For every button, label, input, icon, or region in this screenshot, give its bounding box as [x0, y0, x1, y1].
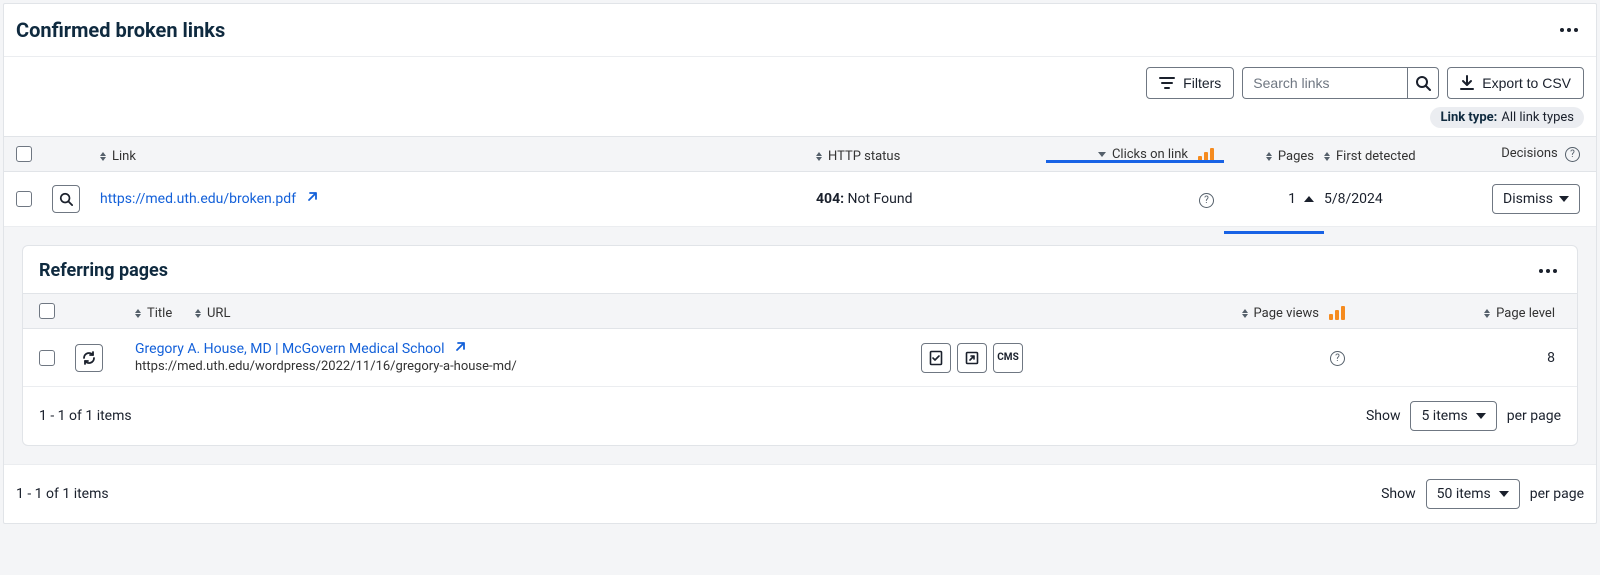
sort-icon	[100, 152, 106, 161]
external-link-icon	[306, 191, 318, 203]
page-title: Confirmed broken links	[16, 18, 225, 42]
cms-label: CMS	[997, 352, 1018, 363]
page-level-value: 8	[1547, 350, 1555, 366]
inspect-button[interactable]	[52, 185, 80, 213]
sort-icon	[1242, 309, 1248, 318]
search-button[interactable]	[1407, 67, 1439, 99]
row-checkbox[interactable]	[39, 350, 55, 366]
sort-icon	[1324, 152, 1330, 161]
column-url[interactable]: URL	[195, 306, 230, 321]
referring-page-url: https://med.uth.edu/wordpress/2022/11/16…	[135, 359, 921, 374]
active-sort-indicator	[1046, 160, 1224, 163]
select-all-checkbox[interactable]	[16, 146, 32, 162]
first-detected: 5/8/2024	[1324, 191, 1383, 207]
help-icon[interactable]: ?	[1199, 193, 1214, 208]
page-size-select[interactable]: 50 items	[1426, 479, 1520, 509]
chevron-down-icon	[1476, 413, 1486, 419]
page-size-value: 50 items	[1437, 486, 1491, 502]
page-size-select[interactable]: 5 items	[1410, 401, 1496, 431]
dismiss-button[interactable]: Dismiss	[1492, 184, 1580, 214]
cms-button[interactable]: CMS	[993, 343, 1023, 373]
search-group	[1242, 67, 1439, 99]
panel-more-button[interactable]	[1535, 265, 1561, 277]
pages-expand[interactable]: 1	[1224, 191, 1324, 207]
column-page-views[interactable]: Page views	[1051, 306, 1345, 321]
expanded-indicator	[1224, 231, 1324, 234]
main-pagination: 1 - 1 of 1 items Show 50 items per page	[4, 464, 1596, 523]
column-title[interactable]: Title	[135, 306, 172, 321]
column-first-detected[interactable]: First detected	[1324, 149, 1416, 164]
filter-chip-row: Link type: All link types	[4, 101, 1596, 136]
help-icon[interactable]: ?	[1330, 351, 1345, 366]
show-label: Show	[1381, 486, 1416, 502]
page-header: Confirmed broken links	[4, 4, 1596, 57]
sort-icon	[816, 152, 822, 161]
download-icon	[1460, 75, 1474, 91]
column-decisions: Decisions	[1501, 146, 1558, 161]
sort-icon	[195, 309, 201, 318]
export-button[interactable]: Export to CSV	[1447, 67, 1584, 99]
chip-value: All link types	[1501, 110, 1574, 125]
row-checkbox[interactable]	[16, 191, 32, 207]
pages-count: 1	[1288, 191, 1296, 207]
column-page-level[interactable]: Page level	[1351, 306, 1555, 321]
main-count-label: 1 - 1 of 1 items	[16, 486, 109, 502]
filters-label: Filters	[1183, 75, 1221, 91]
external-link-icon	[454, 341, 466, 353]
help-icon[interactable]: ?	[1565, 147, 1580, 162]
toolbar: Filters Export to CSV	[4, 57, 1596, 101]
broken-link-url[interactable]: https://med.uth.edu/broken.pdf	[100, 191, 296, 207]
column-pages[interactable]: Pages	[1224, 149, 1314, 164]
sub-table-header: Title URL Page views	[23, 293, 1577, 329]
document-check-icon	[928, 350, 944, 366]
column-link[interactable]: Link	[100, 149, 136, 164]
search-icon	[1415, 75, 1431, 91]
search-icon	[59, 192, 73, 206]
open-page-button[interactable]	[957, 343, 987, 373]
sort-icon	[1266, 152, 1272, 161]
link-type-chip[interactable]: Link type: All link types	[1430, 107, 1584, 128]
referring-pages-title: Referring pages	[39, 260, 168, 281]
export-label: Export to CSV	[1482, 75, 1571, 91]
page-report-button[interactable]	[921, 343, 951, 373]
table-row: https://med.uth.edu/broken.pdf 404: Not …	[4, 172, 1596, 227]
referring-page-title[interactable]: Gregory A. House, MD | McGovern Medical …	[135, 341, 445, 357]
main-table-header: Link HTTP status Clicks on link Pages	[4, 136, 1596, 172]
sub-select-all-checkbox[interactable]	[39, 303, 55, 319]
sub-pagination: 1 - 1 of 1 items Show 5 items per page	[23, 387, 1577, 445]
chip-label: Link type:	[1440, 110, 1497, 125]
analytics-icon	[1329, 306, 1345, 320]
dismiss-label: Dismiss	[1503, 191, 1553, 207]
refresh-button[interactable]	[75, 344, 103, 372]
show-label: Show	[1366, 408, 1401, 424]
sort-icon	[135, 309, 141, 318]
table-row: Gregory A. House, MD | McGovern Medical …	[23, 329, 1577, 387]
per-page-label: per page	[1507, 408, 1561, 424]
http-code: 404:	[816, 191, 844, 207]
refresh-icon	[81, 350, 97, 366]
more-menu-button[interactable]	[1556, 24, 1582, 36]
sort-icon	[1484, 309, 1490, 318]
filters-button[interactable]: Filters	[1146, 67, 1234, 99]
sub-count-label: 1 - 1 of 1 items	[39, 408, 132, 424]
per-page-label: per page	[1530, 486, 1584, 502]
chevron-up-icon	[1304, 196, 1314, 202]
chevron-down-icon	[1499, 491, 1509, 497]
filter-icon	[1159, 76, 1175, 90]
sort-desc-icon	[1098, 152, 1106, 157]
referring-pages-panel: Referring pages Title URL	[4, 227, 1596, 464]
column-http-status[interactable]: HTTP status	[816, 149, 900, 164]
page-size-value: 5 items	[1421, 408, 1467, 424]
open-external-icon	[964, 350, 980, 366]
http-text: Not Found	[844, 191, 912, 207]
search-input[interactable]	[1242, 67, 1407, 99]
chevron-down-icon	[1559, 196, 1569, 202]
